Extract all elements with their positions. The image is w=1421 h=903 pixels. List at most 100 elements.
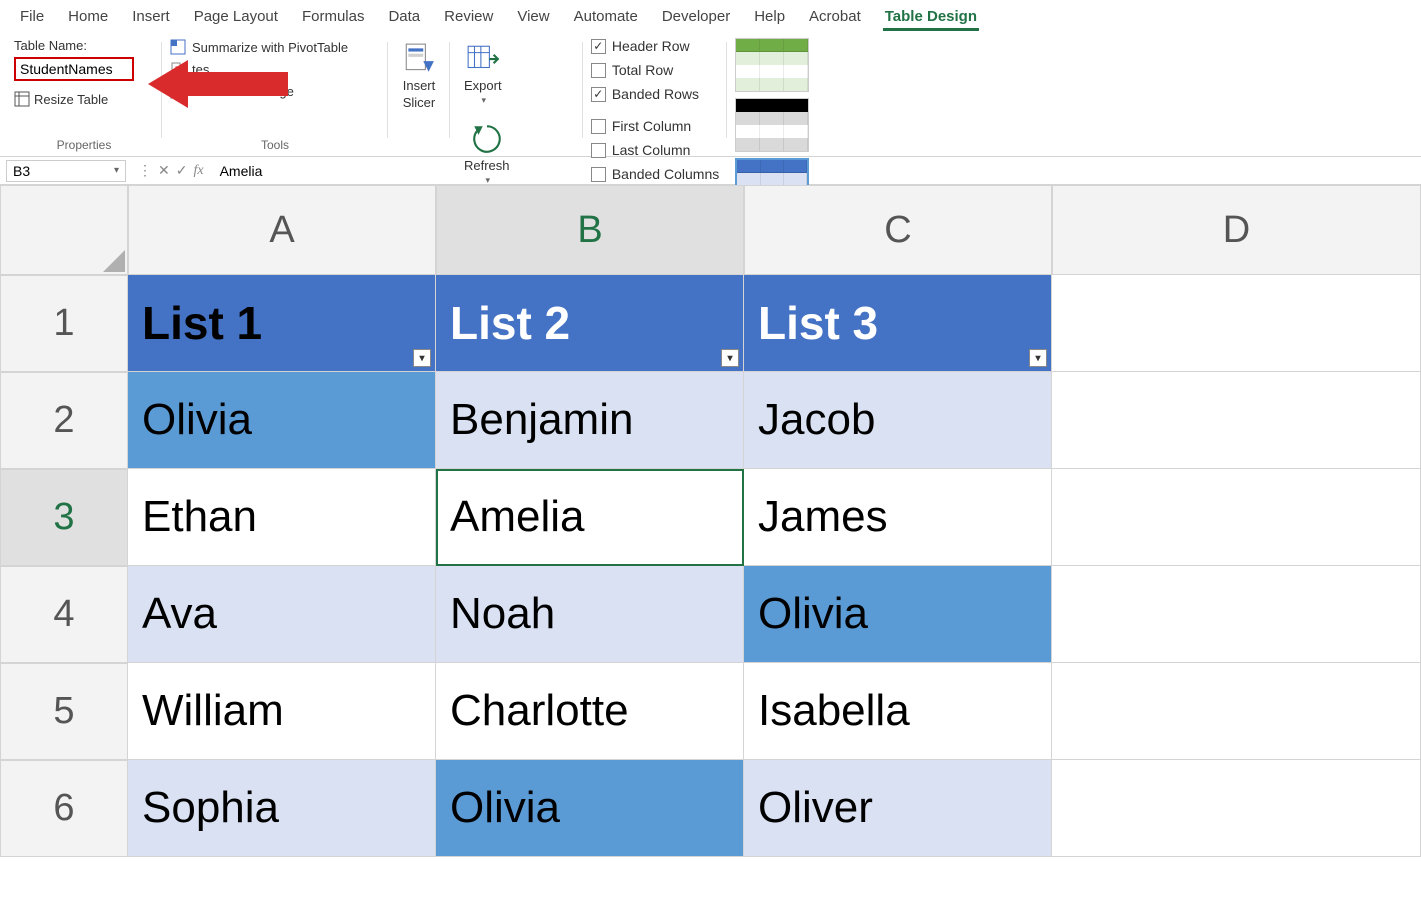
first-col-label: First Column	[612, 118, 691, 134]
row-header-2[interactable]: 2	[0, 372, 128, 469]
resize-table-button[interactable]: Resize Table	[14, 91, 108, 107]
convert-range-label: Convert to Range	[192, 84, 294, 99]
formula-input[interactable]: Amelia	[210, 163, 1421, 179]
last-col-checkbox[interactable]: Last Column	[591, 142, 719, 158]
row-header-5[interactable]: 5	[0, 663, 128, 760]
total-row-checkbox[interactable]: Total Row	[591, 62, 699, 78]
ribbon-group-external: Export ▾ Refresh ▾ Properties Open in Br…	[450, 38, 583, 156]
menu-insert[interactable]: Insert	[120, 4, 182, 29]
slicer-label-2: Slicer	[403, 95, 436, 110]
select-all-corner[interactable]	[0, 185, 128, 275]
menu-file[interactable]: File	[8, 4, 56, 29]
resize-table-label: Resize Table	[34, 92, 108, 107]
group-label-tools: Tools	[170, 136, 380, 156]
remove-duplicates-button[interactable]: tes	[170, 60, 209, 78]
menu-home[interactable]: Home	[56, 4, 120, 29]
first-col-checkbox[interactable]: First Column	[591, 118, 719, 134]
menu-view[interactable]: View	[505, 4, 561, 29]
cancel-icon[interactable]: ✕	[158, 162, 170, 179]
checkbox-icon	[591, 119, 606, 134]
col-header-d[interactable]: D	[1052, 185, 1421, 275]
name-box-value: B3	[13, 163, 30, 179]
menu-table-design[interactable]: Table Design	[873, 4, 989, 29]
cell-b5[interactable]: Charlotte	[436, 663, 744, 760]
cell-b4[interactable]: Noah	[436, 566, 744, 663]
filter-icon[interactable]: ▾	[413, 349, 431, 367]
header-row-checkbox[interactable]: ✓Header Row	[591, 38, 699, 54]
cell-c3[interactable]: James	[744, 469, 1052, 566]
cell-c4[interactable]: Olivia	[744, 566, 1052, 663]
cell-a5[interactable]: William	[128, 663, 436, 760]
summarize-pivot-button[interactable]: Summarize with PivotTable	[170, 38, 348, 56]
menu-data[interactable]: Data	[376, 4, 432, 29]
fx-icon[interactable]: fx	[193, 163, 203, 179]
last-col-label: Last Column	[612, 142, 691, 158]
export-label: Export	[464, 78, 502, 93]
menu-developer[interactable]: Developer	[650, 4, 742, 29]
row-header-6[interactable]: 6	[0, 760, 128, 857]
col-header-a[interactable]: A	[128, 185, 436, 275]
cell-a2[interactable]: Olivia	[128, 372, 436, 469]
row-header-4[interactable]: 4	[0, 566, 128, 663]
table-style-2[interactable]	[735, 98, 809, 152]
row-header-3[interactable]: 3	[0, 469, 128, 566]
resize-table-icon	[14, 91, 30, 107]
pivot-icon	[170, 39, 186, 55]
cell-d1[interactable]	[1052, 275, 1421, 372]
ribbon-group-slicer: Insert Slicer	[388, 38, 450, 156]
cell-d3[interactable]	[1052, 469, 1421, 566]
table-name-input[interactable]	[14, 57, 134, 81]
menu-automate[interactable]: Automate	[562, 4, 650, 29]
menu-help[interactable]: Help	[742, 4, 797, 29]
cell-a1[interactable]: List 1▾	[128, 275, 436, 372]
checkbox-icon: ✓	[591, 87, 606, 102]
spreadsheet-grid: A B C D 1 List 1▾ List 2▾ List 3▾ 2 Oliv…	[0, 185, 1421, 857]
convert-range-icon	[170, 83, 186, 99]
slicer-icon	[402, 42, 436, 76]
filter-icon[interactable]: ▾	[1029, 349, 1047, 367]
filter-icon[interactable]: ▾	[721, 349, 739, 367]
table-style-1[interactable]	[735, 38, 809, 92]
more-icon[interactable]: ⋮	[138, 162, 152, 179]
checkbox-icon	[591, 143, 606, 158]
cell-b3[interactable]: Amelia	[436, 469, 744, 566]
cell-a6[interactable]: Sophia	[128, 760, 436, 857]
menu-review[interactable]: Review	[432, 4, 505, 29]
ribbon-group-styles	[727, 38, 817, 156]
menu-bar: File Home Insert Page Layout Formulas Da…	[0, 0, 1421, 32]
cell-c2[interactable]: Jacob	[744, 372, 1052, 469]
menu-acrobat[interactable]: Acrobat	[797, 4, 873, 29]
banded-cols-checkbox[interactable]: Banded Columns	[591, 166, 719, 182]
cell-d5[interactable]	[1052, 663, 1421, 760]
banded-cols-label: Banded Columns	[612, 166, 719, 182]
insert-slicer-button[interactable]: Insert Slicer	[396, 38, 442, 114]
checkbox-icon: ✓	[591, 39, 606, 54]
cell-b1[interactable]: List 2▾	[436, 275, 744, 372]
menu-formulas[interactable]: Formulas	[290, 4, 377, 29]
cell-a4[interactable]: Ava	[128, 566, 436, 663]
menu-page-layout[interactable]: Page Layout	[182, 4, 290, 29]
cell-c6[interactable]: Oliver	[744, 760, 1052, 857]
cell-d6[interactable]	[1052, 760, 1421, 857]
remove-dupes-label: tes	[192, 62, 209, 77]
cell-d2[interactable]	[1052, 372, 1421, 469]
cell-b2[interactable]: Benjamin	[436, 372, 744, 469]
table-name-label: Table Name:	[14, 38, 87, 53]
export-button[interactable]: Export ▾	[458, 38, 508, 110]
enter-icon[interactable]: ✓	[176, 162, 188, 179]
refresh-button[interactable]: Refresh ▾	[458, 118, 516, 190]
cell-c5[interactable]: Isabella	[744, 663, 1052, 760]
cell-c1[interactable]: List 3▾	[744, 275, 1052, 372]
banded-rows-checkbox[interactable]: ✓ Banded Rows	[591, 86, 699, 102]
cell-d4[interactable]	[1052, 566, 1421, 663]
row-header-1[interactable]: 1	[0, 275, 128, 372]
ribbon-group-options: ✓Header Row Total Row ✓ Banded Rows First…	[583, 38, 727, 156]
export-caret-icon: ▾	[482, 95, 487, 106]
convert-range-button[interactable]: Convert to Range	[170, 82, 294, 100]
cell-b6[interactable]: Olivia	[436, 760, 744, 857]
col-header-c[interactable]: C	[744, 185, 1052, 275]
banded-rows-label: Banded Rows	[612, 86, 699, 102]
name-box[interactable]: B3 ▾	[6, 160, 126, 182]
cell-a3[interactable]: Ethan	[128, 469, 436, 566]
col-header-b[interactable]: B	[436, 185, 744, 275]
